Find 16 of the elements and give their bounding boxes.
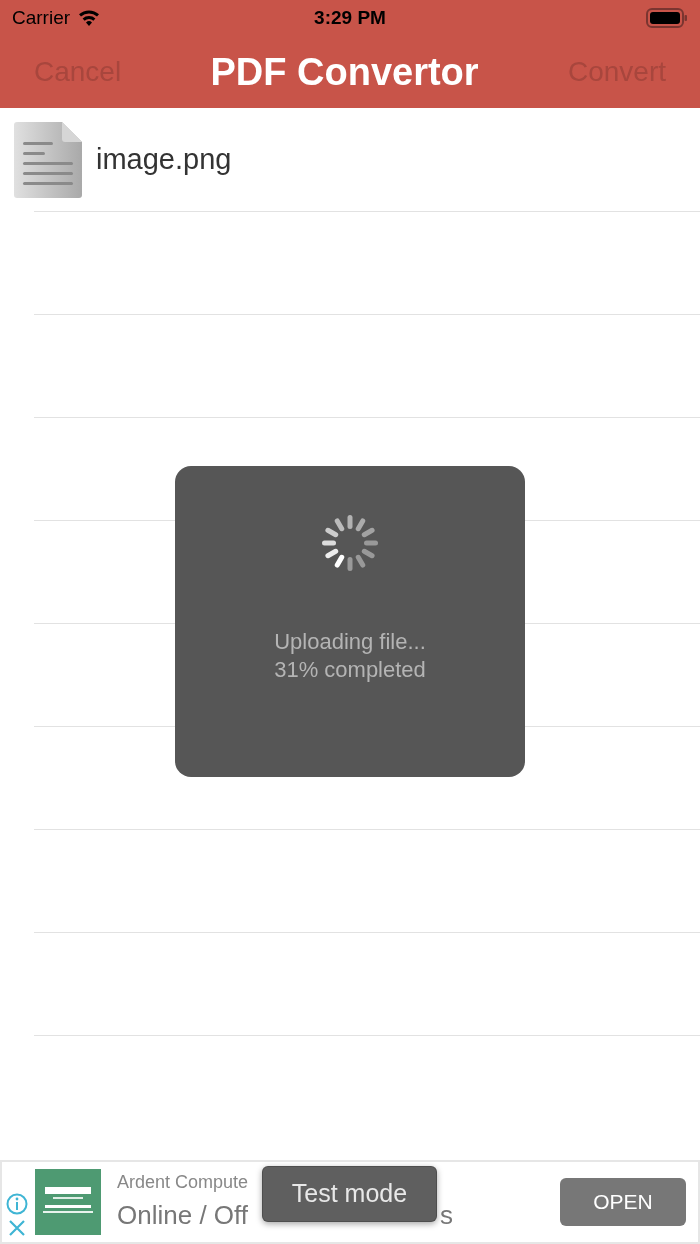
advertiser-name: Ardent Compute bbox=[117, 1171, 249, 1194]
info-icon[interactable] bbox=[6, 1193, 28, 1215]
battery-icon bbox=[646, 8, 688, 28]
open-button[interactable]: OPEN bbox=[560, 1178, 686, 1226]
ad-headline: s bbox=[440, 1199, 454, 1232]
ad-headline: Online / Off bbox=[117, 1199, 249, 1232]
close-icon[interactable] bbox=[8, 1219, 26, 1237]
nav-title: PDF Convertor bbox=[210, 49, 479, 95]
wifi-icon bbox=[78, 10, 101, 26]
clock-time: 3:29 PM bbox=[314, 5, 386, 30]
spinner-icon bbox=[319, 512, 381, 574]
carrier-label: Carrier bbox=[12, 5, 71, 30]
file-name[interactable]: image.png bbox=[96, 137, 232, 182]
test-mode-toast: Test mode bbox=[262, 1166, 437, 1222]
upload-status-text: Uploading file... 31% completed bbox=[274, 628, 426, 684]
document-icon bbox=[14, 121, 82, 198]
